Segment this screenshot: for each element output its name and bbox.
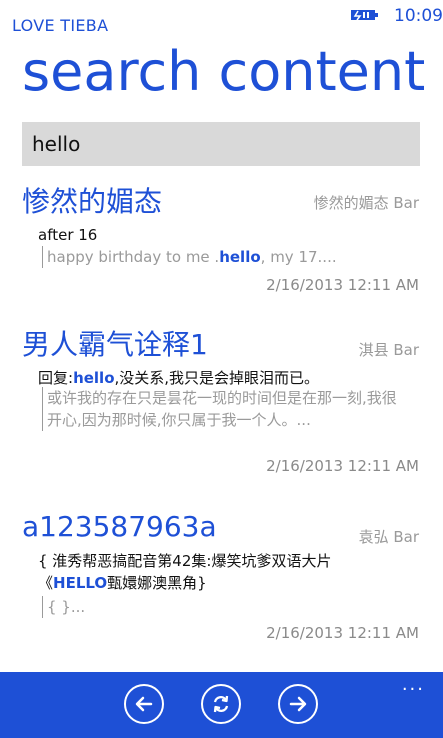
refresh-icon xyxy=(213,695,229,713)
forward-button[interactable] xyxy=(278,684,318,724)
battery-icon xyxy=(351,10,378,21)
app-bar: ... xyxy=(0,672,443,738)
clock: 10:09 xyxy=(394,6,443,26)
text-part: 甄嬛娜澳黑角} xyxy=(107,574,207,592)
result-text: 回复:hello,没关系,我只是会掉眼泪而已。 xyxy=(38,367,319,388)
result-text: 《HELLO甄嬛娜澳黑角} xyxy=(38,572,207,593)
result-date: 2/16/2013 12:11 AM xyxy=(266,624,419,642)
back-button[interactable] xyxy=(124,684,164,724)
highlight-term: hello xyxy=(73,369,115,387)
result-bar-name: 袁弘 Bar xyxy=(358,528,419,546)
highlight-term: HELLO xyxy=(53,574,108,592)
quote-text: , my 17.... xyxy=(260,248,337,266)
result-title[interactable]: 惨然的媚态 xyxy=(22,180,162,220)
result-text: after 16 xyxy=(38,226,98,244)
more-menu-button[interactable]: ... xyxy=(402,674,425,695)
page-title: search content xyxy=(22,40,426,103)
quote-text: happy birthday to me . xyxy=(47,248,220,266)
highlight-term: hello xyxy=(219,248,261,266)
result-quote: happy birthday to me .hello, my 17.... xyxy=(42,246,407,268)
result-bar-name: 惨然的媚态 Bar xyxy=(313,194,419,212)
search-input[interactable] xyxy=(22,122,420,166)
status-bar: LOVE TIEBA 10:09 xyxy=(0,0,443,35)
text-part: 回复: xyxy=(38,369,74,387)
result-title[interactable]: a123587963a xyxy=(22,510,217,543)
result-title[interactable]: 男人霸气诠释1 xyxy=(22,323,208,363)
text-part: ,没关系,我只是会掉眼泪而已。 xyxy=(114,369,320,387)
forward-icon xyxy=(289,696,307,712)
refresh-button[interactable] xyxy=(201,684,241,724)
app-name: LOVE TIEBA xyxy=(12,16,109,35)
text-part: 《 xyxy=(38,574,54,592)
result-quote: 或许我的存在只是昙花一现的时间但是在那一刻,我很开心,因为那时候,你只属于我一个… xyxy=(42,387,407,431)
result-bar-name: 淇县 Bar xyxy=(358,341,419,359)
result-text: { 淮秀帮恶搞配音第42集:爆笑坑爹双语大片 xyxy=(38,552,332,570)
result-date: 2/16/2013 12:11 AM xyxy=(266,457,419,475)
result-quote: { }... xyxy=(42,596,407,618)
back-icon xyxy=(135,696,153,712)
result-date: 2/16/2013 12:11 AM xyxy=(266,276,419,294)
